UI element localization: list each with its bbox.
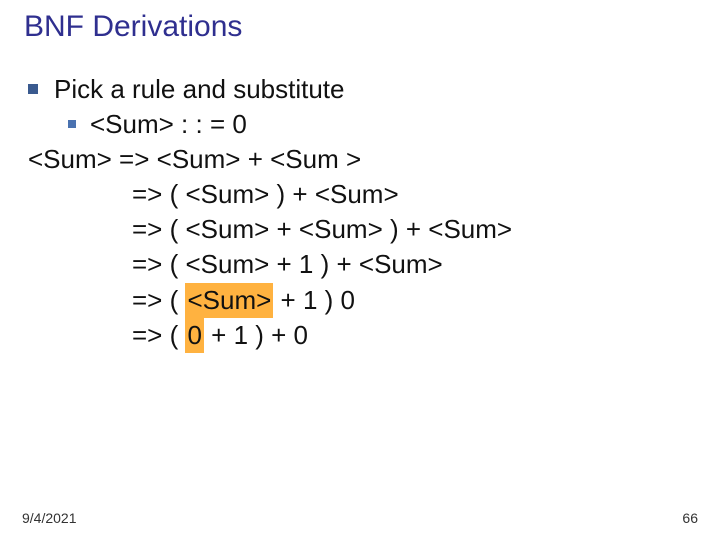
derivation-text: => ( [132,283,185,318]
bullet-level2: <Sum> : : = 0 [28,107,702,142]
square-bullet-icon [68,120,76,128]
footer: 9/4/2021 66 [22,510,698,526]
bullet-text: <Sum> : : = 0 [90,107,247,142]
bullet-level1: Pick a rule and substitute [28,72,702,107]
footer-date: 9/4/2021 [22,510,77,526]
derivation-line: => ( <Sum> + <Sum> ) + <Sum> [28,212,702,247]
derivation-line: <Sum> => <Sum> + <Sum > [28,142,702,177]
derivation-text: <Sum> => <Sum> + <Sum > [28,142,361,177]
slide-title: BNF Derivations [24,10,702,44]
derivation-line: => ( 0 + 1 ) + 0 [28,318,702,353]
derivation-line: => ( <Sum> + 1 ) 0 [28,283,702,318]
highlight: <Sum> [185,283,273,318]
derivation-text: => ( <Sum> ) + <Sum> [132,177,399,212]
derivation-text: + 1 ) + 0 [204,318,308,353]
derivation-line: => ( <Sum> ) + <Sum> [28,177,702,212]
derivation-text: + 1 ) 0 [273,283,355,318]
derivation-line: => ( <Sum> + 1 ) + <Sum> [28,247,702,282]
footer-page-number: 66 [682,510,698,526]
slide-body: Pick a rule and substitute <Sum> : : = 0… [28,72,702,353]
derivation-text: => ( [132,318,185,353]
highlight: 0 [185,318,203,353]
derivation-text: => ( <Sum> + <Sum> ) + <Sum> [132,212,512,247]
square-bullet-icon [28,84,38,94]
bullet-text: Pick a rule and substitute [54,72,345,107]
derivation-text: => ( <Sum> + 1 ) + <Sum> [132,247,443,282]
